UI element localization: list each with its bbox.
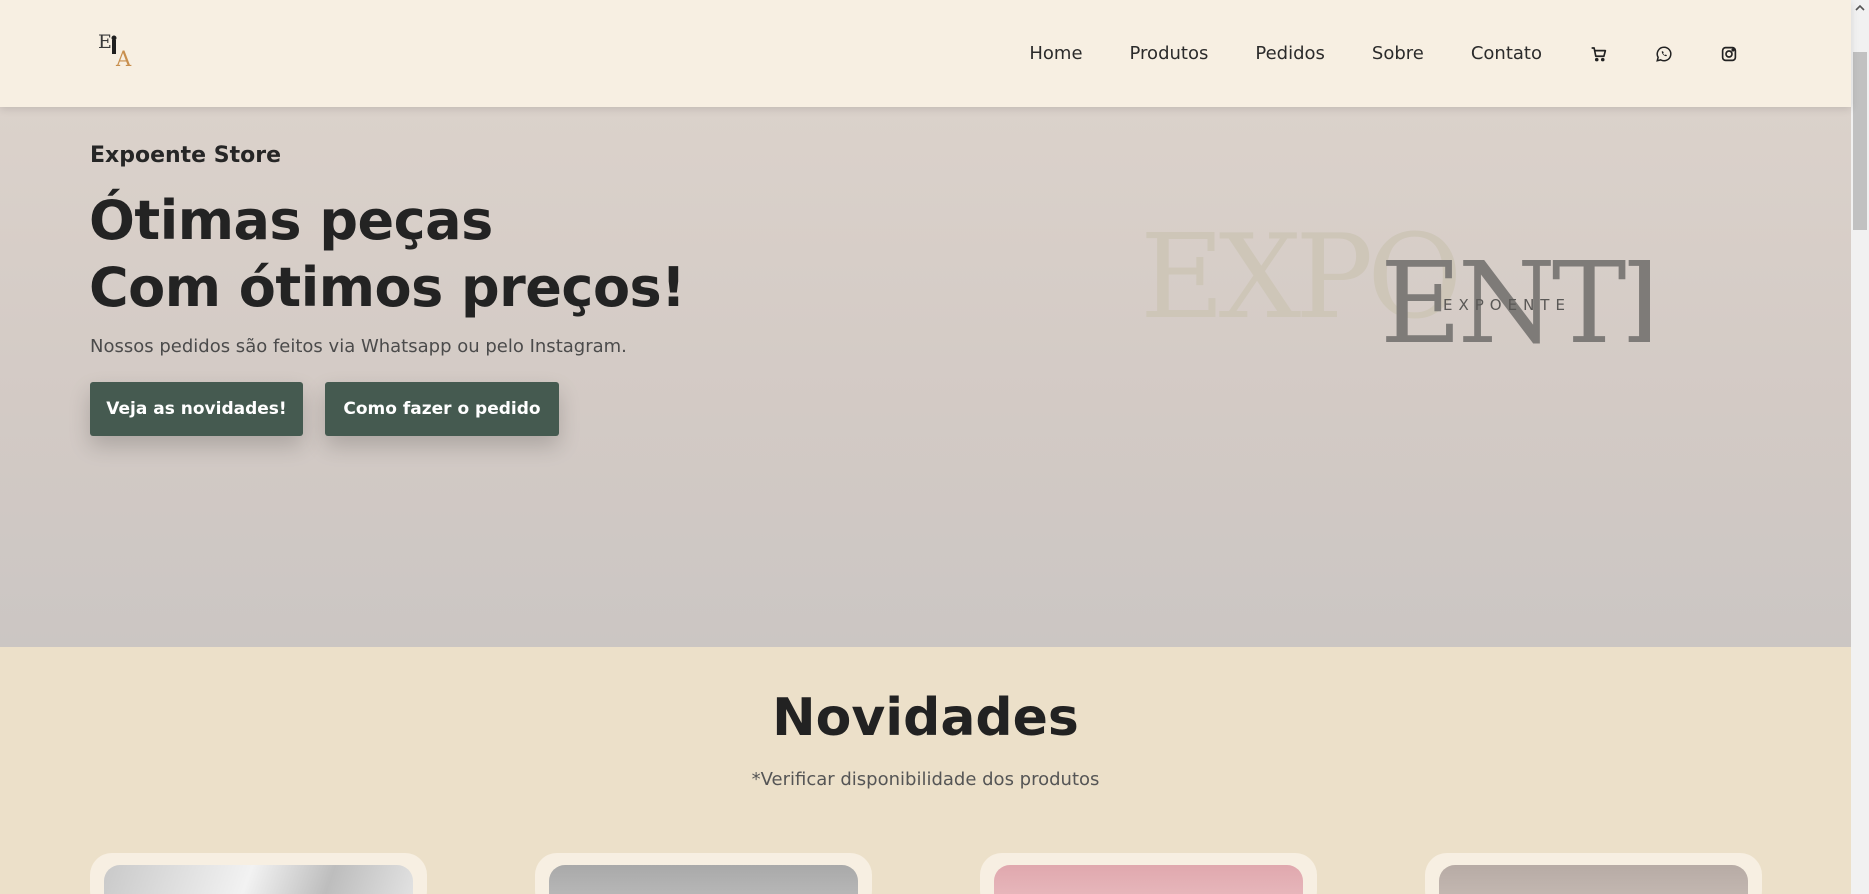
svg-text:EXPOENTE: EXPOENTE — [1443, 296, 1571, 314]
hero-kicker: Expoente Store — [90, 143, 282, 168]
top-navbar: E A Home Produtos Pedidos Sobre Contato — [0, 0, 1851, 107]
hero-title-line-1: Ótimas peças — [89, 189, 493, 252]
nav-link-home[interactable]: Home — [1029, 43, 1082, 64]
nav-link-pedidos[interactable]: Pedidos — [1255, 43, 1325, 64]
svg-text:A: A — [115, 47, 132, 70]
nav-link-sobre[interactable]: Sobre — [1372, 43, 1424, 64]
page-scrollbar[interactable] — [1851, 0, 1869, 894]
svg-text:ENTE: ENTE — [1380, 239, 1650, 347]
instagram-icon[interactable] — [1719, 44, 1739, 64]
main-nav: Home Produtos Pedidos Sobre Contato — [1029, 0, 1851, 107]
svg-text:E: E — [98, 31, 112, 53]
product-card[interactable] — [535, 853, 872, 894]
product-image[interactable] — [104, 865, 413, 894]
hero-brand-logo: EXPO ENTE EXPOENTE — [1140, 217, 1650, 347]
how-to-order-button[interactable]: Como fazer o pedido — [325, 382, 559, 436]
product-image[interactable] — [1439, 865, 1748, 894]
product-card[interactable] — [90, 853, 427, 894]
hero-subtitle: Nossos pedidos são feitos via Whatsapp o… — [90, 336, 627, 357]
hero-title: Ótimas peças Com ótimos preços! — [89, 187, 686, 321]
product-image[interactable] — [994, 865, 1303, 894]
novidades-title: Novidades — [772, 688, 1079, 748]
brand-logo[interactable]: E A — [96, 28, 144, 70]
product-card[interactable] — [1425, 853, 1762, 894]
nav-link-produtos[interactable]: Produtos — [1130, 43, 1209, 64]
novidades-subtitle: *Verificar disponibilidade dos produtos — [751, 769, 1100, 790]
hero-title-line-2: Com ótimos preços! — [89, 256, 686, 319]
whatsapp-icon[interactable] — [1654, 44, 1674, 64]
scroll-up-arrow-icon[interactable] — [1855, 3, 1865, 13]
hero-banner: Expoente Store Ótimas peças Com ótimos p… — [0, 107, 1851, 647]
nav-link-contato[interactable]: Contato — [1471, 43, 1542, 64]
product-card[interactable] — [980, 853, 1317, 894]
see-news-button[interactable]: Veja as novidades! — [90, 382, 303, 436]
product-image[interactable] — [549, 865, 858, 894]
cart-icon[interactable] — [1589, 44, 1609, 64]
scrollbar-thumb[interactable] — [1853, 52, 1867, 230]
